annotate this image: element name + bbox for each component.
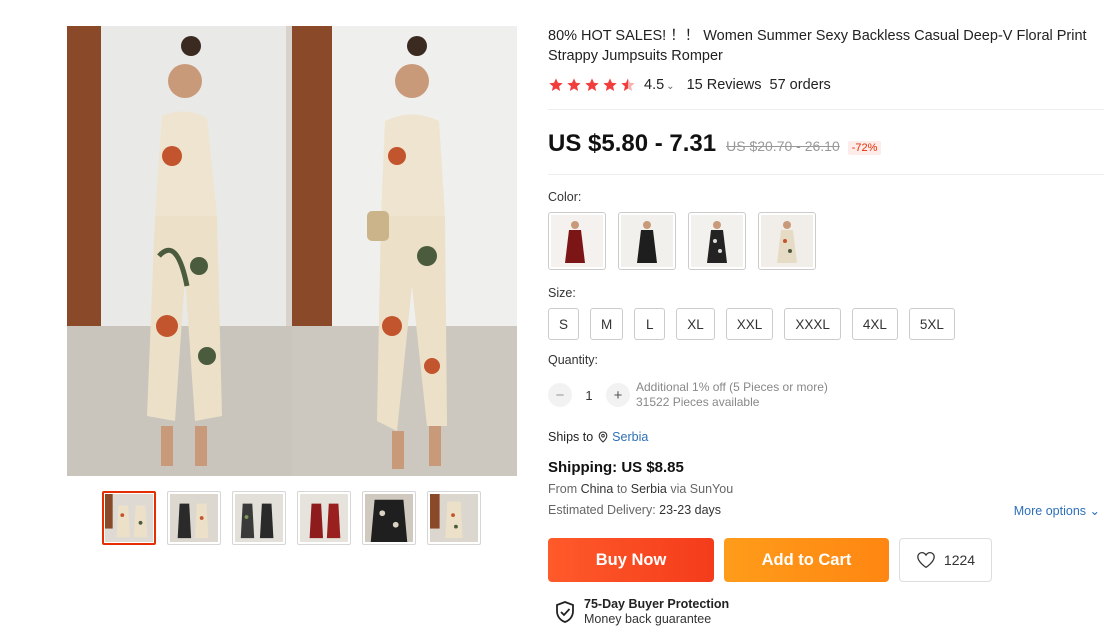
star-icon xyxy=(585,78,599,91)
from-country: China xyxy=(580,482,614,496)
product-title: 80% HOT SALES! ！！ Women Summer Sexy Back… xyxy=(548,28,1087,64)
quantity-label: Quantity: xyxy=(548,353,599,367)
thumbnail-floral-2[interactable] xyxy=(427,491,481,545)
more-options-link[interactable]: More options ⌄ xyxy=(1014,503,1100,518)
size-option[interactable]: M xyxy=(590,308,624,340)
discount-badge: -72% xyxy=(847,141,882,155)
color-options xyxy=(548,212,1104,270)
thumbnail-black-floral[interactable] xyxy=(362,491,416,545)
color-option-black-floral[interactable] xyxy=(688,212,746,270)
protection-text: 75-Day Buyer Protection Money back guara… xyxy=(584,597,729,627)
delivery-row: Estimated Delivery: 23-23 days More opti… xyxy=(548,503,1100,518)
size-option[interactable]: 5XL xyxy=(908,308,955,340)
main-product-image[interactable] xyxy=(67,26,517,476)
size-option[interactable]: XL xyxy=(676,308,715,340)
protection-title: 75-Day Buyer Protection xyxy=(584,597,730,611)
thumbnail-black-pair-2[interactable] xyxy=(232,491,286,545)
ships-to-label: Ships to xyxy=(548,430,594,444)
add-to-cart-button[interactable]: Add to Cart xyxy=(724,538,889,582)
wishlist-button[interactable]: 1224 xyxy=(899,538,992,582)
size-options: S M L XL XXL XXXL 4XL 5XL xyxy=(548,308,1104,340)
size-option[interactable]: S xyxy=(548,308,580,340)
heart-icon xyxy=(917,551,935,569)
increase-quantity-button[interactable]: + xyxy=(606,383,630,407)
thumbnail-red[interactable] xyxy=(297,491,351,545)
current-price: US $5.80 - 7.31 xyxy=(548,130,717,157)
shipping-cost: Shipping: US $8.85 xyxy=(548,459,684,476)
star-rating xyxy=(548,77,636,93)
size-option[interactable]: XXXL xyxy=(784,308,841,340)
divider xyxy=(548,109,1104,110)
thumbnail-black-pair[interactable] xyxy=(167,491,221,545)
orders-count: 57 orders xyxy=(769,77,831,93)
star-icon xyxy=(567,78,581,91)
color-label: Color: xyxy=(548,190,582,204)
ships-to-row: Ships to Serbia xyxy=(548,430,1104,444)
star-icon xyxy=(603,78,617,91)
action-buttons: Buy Now Add to Cart 1224 xyxy=(548,538,1104,582)
to-word: to xyxy=(616,482,628,496)
estimated-delivery: Estimated Delivery: 23-23 days xyxy=(548,503,721,518)
more-options-label: More options xyxy=(1013,504,1087,518)
shield-check-icon xyxy=(556,601,574,623)
star-half-icon xyxy=(621,78,635,91)
thumbnail-strip xyxy=(102,491,481,545)
rating-value[interactable]: 4.5 ⌄ xyxy=(644,77,675,93)
color-option-beige-floral[interactable] xyxy=(758,212,816,270)
product-info: 80% HOT SALES! ！！ Women Summer Sexy Back… xyxy=(548,26,1104,627)
shipping-route: From China to Serbia via SunYou xyxy=(548,482,1104,496)
color-option-burgundy[interactable] xyxy=(548,212,606,270)
reviews-link[interactable]: 15 Reviews xyxy=(687,77,762,93)
shipping-carrier: via SunYou xyxy=(670,482,734,496)
buyer-protection: 75-Day Buyer Protection Money back guara… xyxy=(554,597,1104,627)
size-label: Size: xyxy=(548,286,576,300)
stock-available: 31522 Pieces available xyxy=(636,395,760,409)
bulk-discount-note: Additional 1% off (5 Pieces or more) xyxy=(636,380,828,394)
quantity-note: Additional 1% off (5 Pieces or more) 315… xyxy=(636,380,828,410)
delivery-label: Estimated Delivery: xyxy=(548,503,656,517)
original-price: US $20.70 - 26.10 xyxy=(726,138,840,154)
ships-to-country-link[interactable]: Serbia xyxy=(612,430,648,444)
quantity-stepper: − 1 + Additional 1% off (5 Pieces or mor… xyxy=(548,380,1104,410)
color-option-black[interactable] xyxy=(618,212,676,270)
wishlist-count: 1224 xyxy=(943,552,976,568)
decrease-quantity-button[interactable]: − xyxy=(548,383,572,407)
to-country: Serbia xyxy=(630,482,667,496)
chevron-down-icon: ⌄ xyxy=(1089,504,1100,518)
location-pin-icon xyxy=(598,431,608,443)
price-row: US $5.80 - 7.31 US $20.70 - 26.10 -72% xyxy=(548,130,1104,160)
buy-now-button[interactable]: Buy Now xyxy=(548,538,714,582)
quantity-value[interactable]: 1 xyxy=(572,388,606,403)
size-option[interactable]: 4XL xyxy=(851,308,898,340)
divider xyxy=(548,174,1104,175)
rating-row: 4.5 ⌄ 15 Reviews 57 orders xyxy=(548,74,1104,96)
delivery-value: 23-23 days xyxy=(659,503,722,517)
rating-number: 4.5 xyxy=(644,77,665,93)
from-prefix: From xyxy=(548,482,578,496)
star-icon xyxy=(549,78,563,91)
thumbnail-floral[interactable] xyxy=(102,491,156,545)
size-option[interactable]: XXL xyxy=(725,308,774,340)
size-option[interactable]: L xyxy=(634,308,666,340)
chevron-down-icon: ⌄ xyxy=(666,81,675,92)
protection-subtitle: Money back guarantee xyxy=(584,612,712,626)
